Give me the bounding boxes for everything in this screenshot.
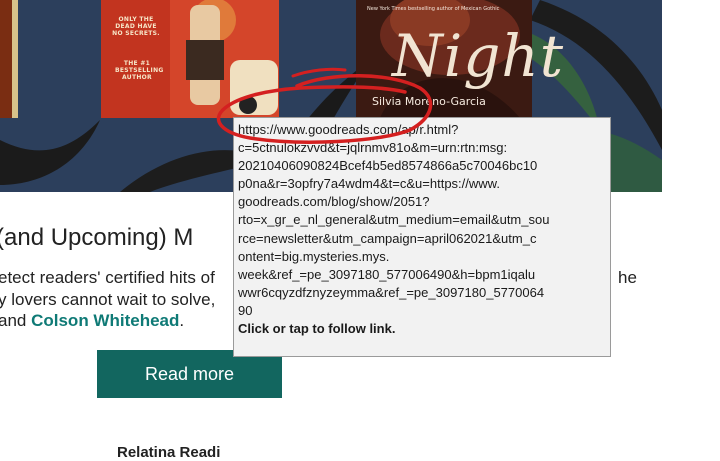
tooltip-url-line: week&ref_=pe_3097180_577006490&h=bpm1iqa… bbox=[238, 266, 536, 282]
tooltip-url-line: https://www.goodreads.com/ap/r.html? bbox=[238, 122, 459, 137]
tooltip-url-line: 90 bbox=[238, 302, 253, 318]
article-text-line-3: and Colson Whitehead. bbox=[0, 311, 184, 331]
read-more-button[interactable]: Read more bbox=[97, 350, 282, 398]
book2-author: Silvia Moreno-Garcia bbox=[372, 95, 486, 108]
author-link-colson-whitehead[interactable]: Colson Whitehead bbox=[31, 311, 179, 330]
tooltip-url-line: rto=x_gr_e_nl_general&utm_medium=email&u… bbox=[238, 212, 550, 228]
article-text-line-2: y lovers cannot wait to solve, bbox=[0, 290, 216, 309]
tooltip-url-line: p0na&r=3opfry7a4wdm4&t=c&u=https://www. bbox=[238, 176, 500, 192]
article-heading: (and Upcoming) M bbox=[0, 224, 194, 251]
article-text-line-1: etect readers' certified hits of bbox=[0, 268, 215, 287]
related-reading-heading: Relatina Readi bbox=[117, 444, 221, 461]
article-text-right-fragment: he bbox=[618, 268, 637, 287]
book1-tagline: ONLY THE DEAD HAVE NO SECRETS. bbox=[112, 16, 160, 37]
book2-title: Night bbox=[392, 22, 565, 90]
tooltip-url-line: 20210406090824Bcef4b5ed8574866a5c70046bc… bbox=[238, 158, 538, 174]
book2-tagline: New York Times bestselling author of Mex… bbox=[367, 6, 500, 12]
tooltip-url-line: wwr6cqyzdfznyzeymma&ref_=pe_3097180_5770… bbox=[238, 284, 545, 300]
tooltip-url-line: c=5ctnulokzvvd&t=jqlrnmv81o&m=urn:rtn:ms… bbox=[238, 140, 508, 156]
article-text-prefix: and bbox=[0, 311, 32, 330]
book1-badge: THE #1 BESTSELLING AUTHOR bbox=[115, 60, 164, 81]
link-tooltip: https://www.goodreads.com/ap/r.html? c=5… bbox=[233, 117, 611, 357]
tooltip-url-line: rce=newsletter&utm_campaign=april062021&… bbox=[238, 230, 537, 246]
tooltip-url-line: ontent=big.mysteries.mys. bbox=[238, 248, 390, 264]
article-text-suffix: . bbox=[179, 311, 185, 330]
tooltip-url-line: goodreads.com/blog/show/2051? bbox=[238, 194, 430, 210]
tooltip-follow-hint: Click or tap to follow link. bbox=[238, 321, 396, 337]
